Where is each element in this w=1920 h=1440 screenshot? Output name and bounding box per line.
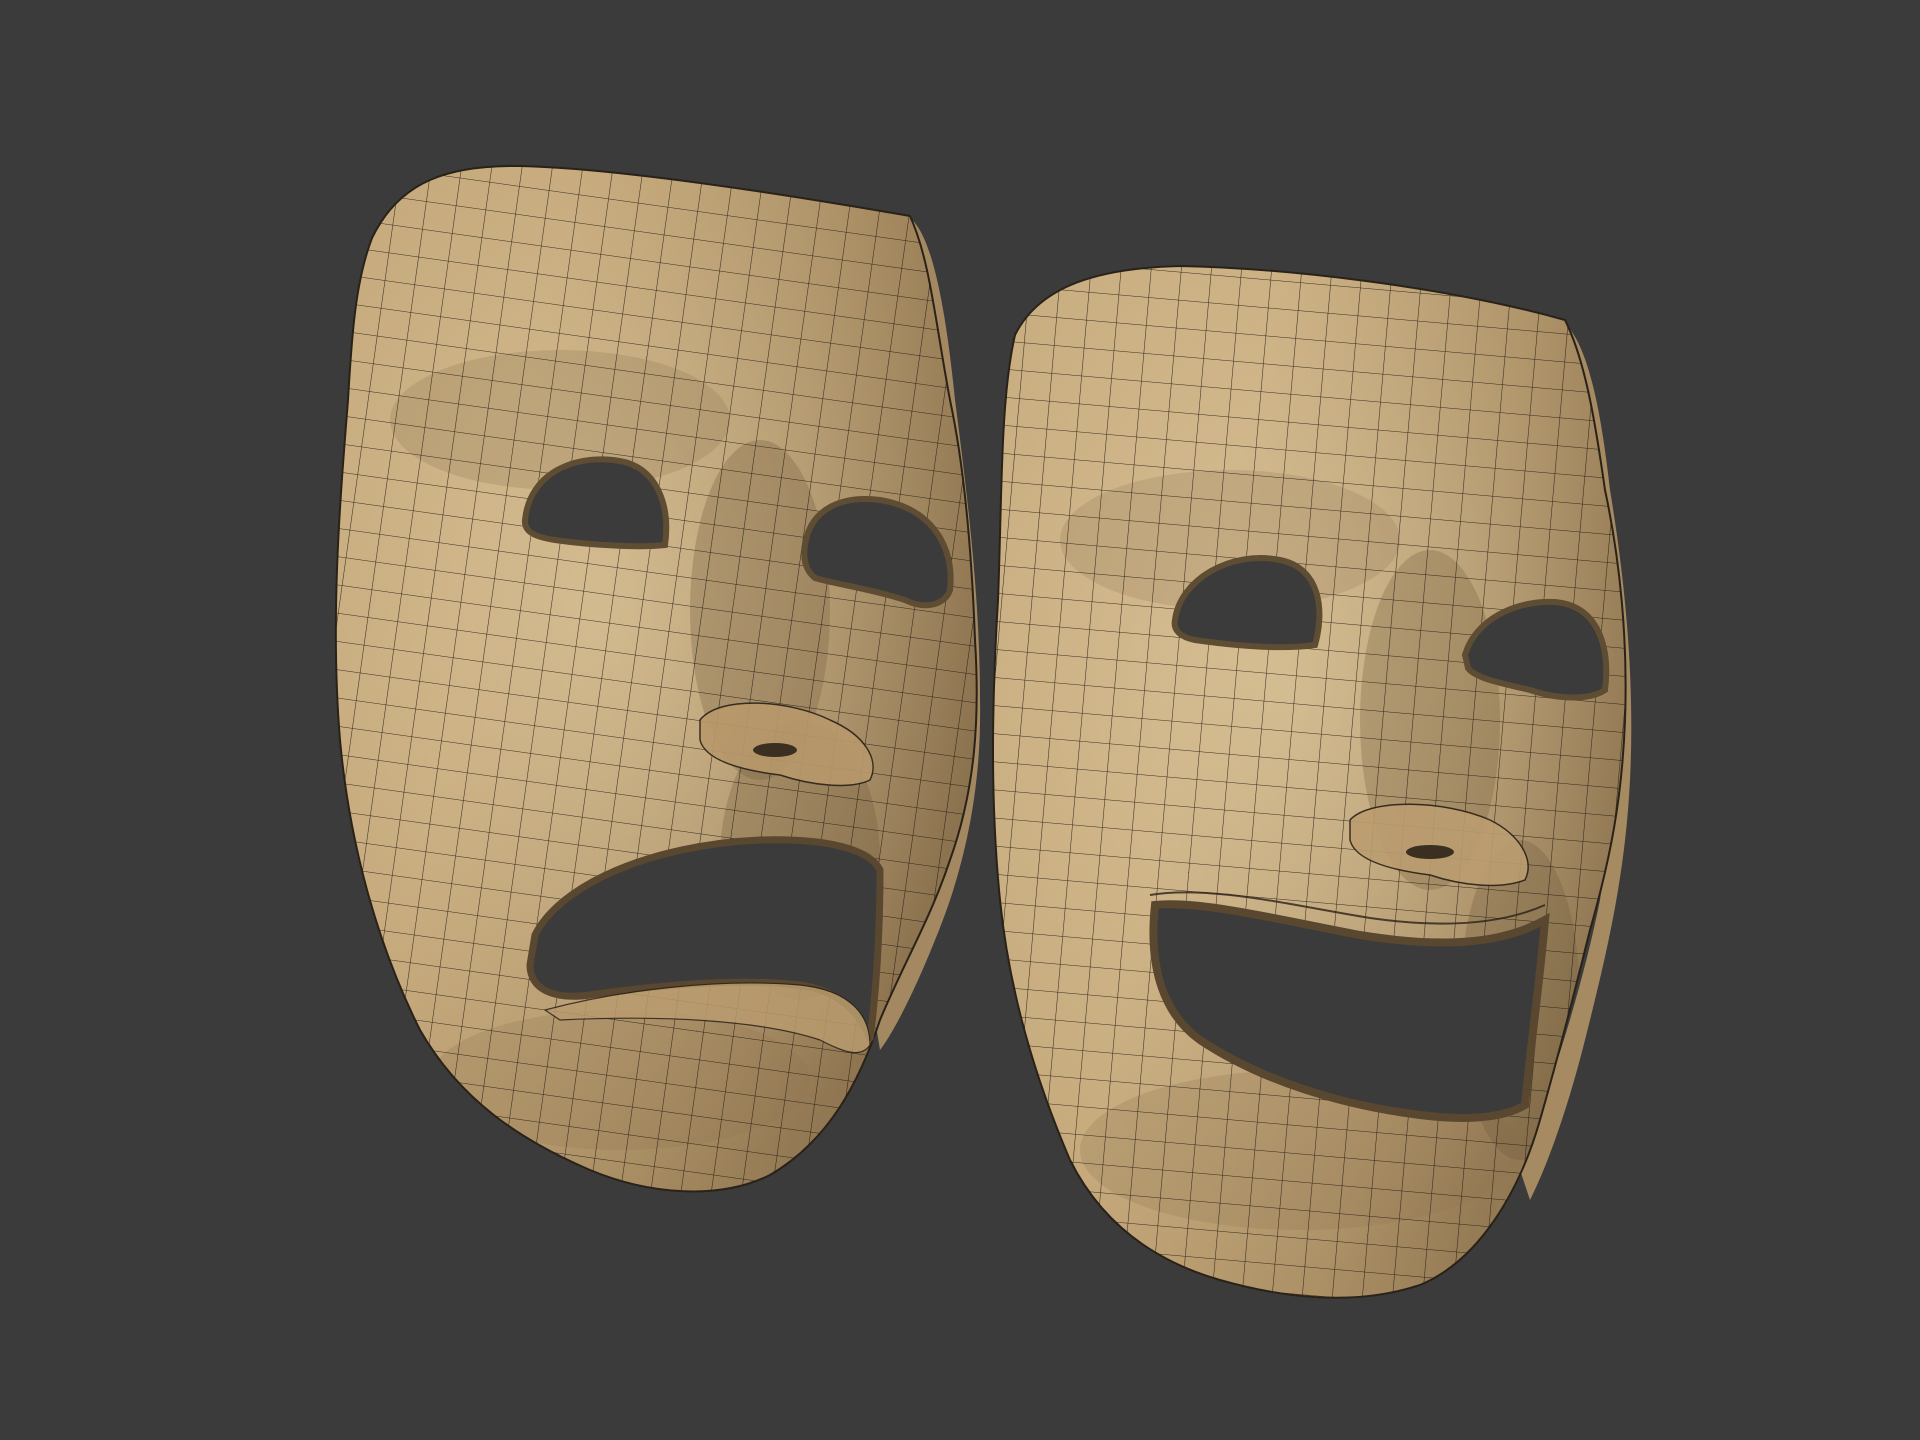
viewport-scene [300,150,1660,1330]
comedy-mask[interactable] [980,250,1660,1330]
tragedy-mask[interactable] [300,150,1020,1230]
comedy-nostril [1406,845,1454,859]
3d-viewport[interactable] [0,0,1920,1440]
tragedy-nostril [753,743,797,757]
